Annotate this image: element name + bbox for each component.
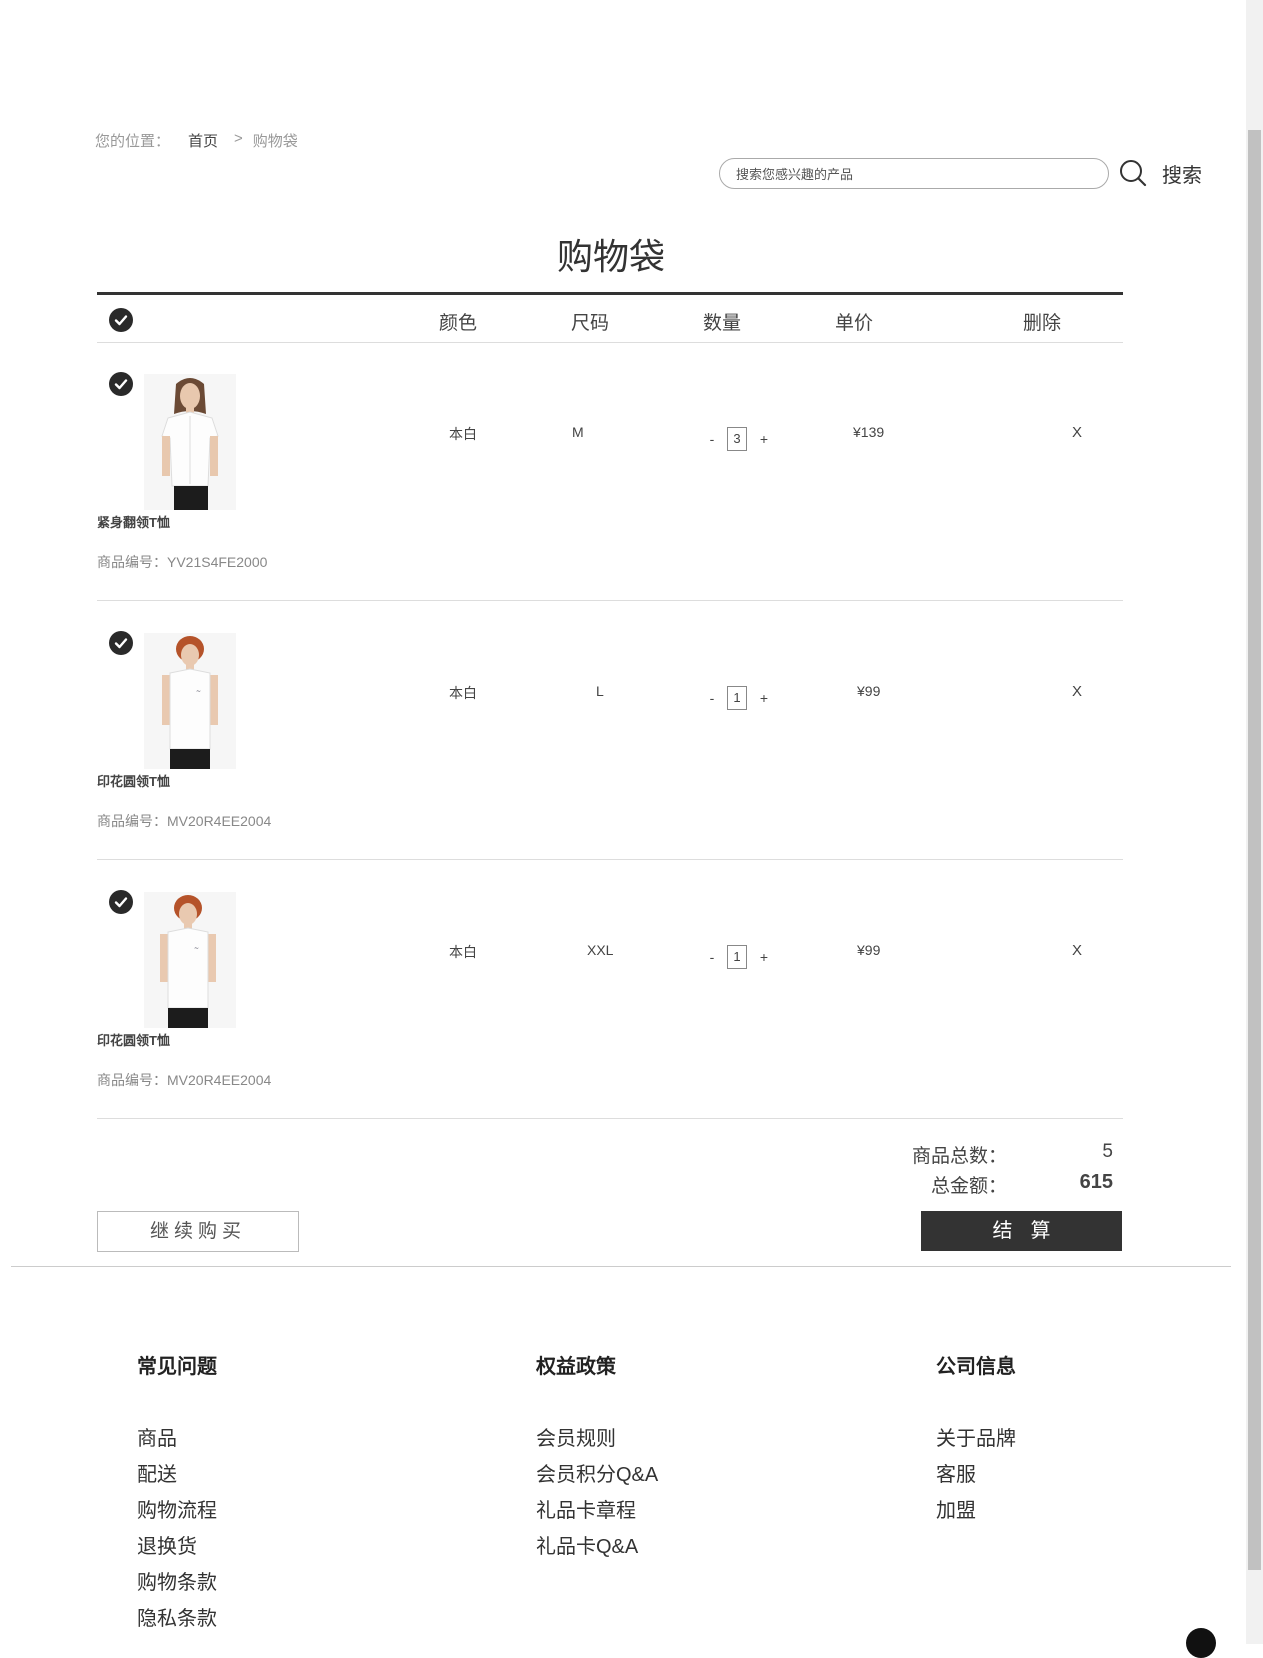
footer-column-faq: 常见问题 商品 配送 购物流程 退换货 购物条款 隐私条款 <box>137 1350 217 1637</box>
quantity-increase-button[interactable]: + <box>757 431 771 447</box>
search-box <box>719 158 1109 190</box>
footer-link[interactable]: 加盟 <box>936 1493 1016 1529</box>
footer-link[interactable]: 礼品卡章程 <box>536 1493 658 1529</box>
total-count-label: 商品总数： <box>912 1146 1008 1167</box>
item-color: 本白 <box>449 685 477 701</box>
header-color: 颜色 <box>439 313 478 334</box>
quantity-value[interactable]: 3 <box>727 427 747 451</box>
item-color: 本白 <box>449 426 477 442</box>
product-name[interactable]: 印花圆领T恤 <box>97 1030 170 1049</box>
footer-link[interactable]: 购物条款 <box>137 1565 217 1601</box>
scrollbar[interactable] <box>1246 0 1263 1644</box>
header-unit-price: 单价 <box>835 313 874 334</box>
footer-link[interactable]: 客服 <box>936 1457 1016 1493</box>
footer-column-title: 权益政策 <box>536 1356 616 1378</box>
quantity-stepper: - 3 + <box>705 427 771 451</box>
select-all-checkbox[interactable] <box>109 308 133 332</box>
product-code: 商品编号：YV21S4FE2000 <box>97 554 268 570</box>
footer-divider <box>11 1266 1231 1267</box>
footer-column-policy: 权益政策 会员规则 会员积分Q&A 礼品卡章程 礼品卡Q&A <box>536 1350 658 1565</box>
total-amount-label: 总金额： <box>931 1176 1008 1197</box>
item-size: L <box>596 683 604 699</box>
search-icon[interactable] <box>1118 158 1148 188</box>
item-checkbox[interactable] <box>109 890 133 914</box>
quantity-stepper: - 1 + <box>705 686 771 710</box>
svg-text:~: ~ <box>196 688 201 695</box>
product-name[interactable]: 印花圆领T恤 <box>97 771 170 790</box>
title-divider <box>97 292 1123 295</box>
cart-item-row: ~ 印花圆领T恤 商品编号：MV20R4EE2004 本白 L - 1 + ¥9… <box>97 601 1123 860</box>
delete-item-button[interactable]: X <box>1072 942 1082 959</box>
chat-bubble-icon[interactable] <box>1186 1628 1216 1658</box>
footer-link[interactable]: 关于品牌 <box>936 1421 1016 1457</box>
breadcrumb-home-link[interactable]: 首页 <box>188 130 218 151</box>
search-input[interactable] <box>734 159 1098 190</box>
search-button[interactable]: 搜索 <box>1162 159 1202 188</box>
quantity-value[interactable]: 1 <box>727 945 747 969</box>
item-price: ¥99 <box>857 942 881 958</box>
footer-link[interactable]: 退换货 <box>137 1529 217 1565</box>
checkout-button[interactable]: 结算 <box>921 1211 1122 1251</box>
header-delete: 删除 <box>1023 313 1062 334</box>
cart-page: 您的位置： 首页 > 购物袋 搜索 购物袋 颜色 尺码 数量 单价 删除 <box>0 0 1246 1644</box>
cart-item-row: ~ 印花圆领T恤 商品编号：MV20R4EE2004 本白 XXL - 1 + … <box>97 860 1123 1119</box>
footer-link[interactable]: 会员积分Q&A <box>536 1457 658 1493</box>
quantity-increase-button[interactable]: + <box>757 690 771 706</box>
footer-link[interactable]: 购物流程 <box>137 1493 217 1529</box>
breadcrumb-prefix: 您的位置： <box>95 133 171 150</box>
check-icon <box>114 315 128 326</box>
quantity-value[interactable]: 1 <box>727 686 747 710</box>
item-price: ¥139 <box>853 424 885 440</box>
breadcrumb-current: 购物袋 <box>252 133 298 150</box>
product-name[interactable]: 紧身翻领T恤 <box>97 512 170 531</box>
footer-link[interactable]: 隐私条款 <box>137 1601 217 1637</box>
quantity-decrease-button[interactable]: - <box>705 690 719 706</box>
check-icon <box>114 379 128 390</box>
product-image[interactable]: ~ <box>144 633 236 769</box>
delete-item-button[interactable]: X <box>1072 683 1082 700</box>
check-icon <box>114 897 128 908</box>
page-title: 购物袋 <box>556 236 665 277</box>
footer-column-title: 公司信息 <box>936 1356 1016 1378</box>
quantity-increase-button[interactable]: + <box>757 949 771 965</box>
footer-link[interactable]: 商品 <box>137 1421 217 1457</box>
scrollbar-thumb[interactable] <box>1248 130 1261 1570</box>
quantity-decrease-button[interactable]: - <box>705 431 719 447</box>
footer-link[interactable]: 礼品卡Q&A <box>536 1529 658 1565</box>
item-color: 本白 <box>449 944 477 960</box>
product-code: 商品编号：MV20R4EE2004 <box>97 1072 272 1088</box>
footer-column-title: 常见问题 <box>137 1356 217 1378</box>
check-icon <box>114 638 128 649</box>
svg-text:~: ~ <box>194 945 199 952</box>
product-code: 商品编号：MV20R4EE2004 <box>97 813 272 829</box>
item-size: XXL <box>587 942 614 958</box>
footer-column-company: 公司信息 关于品牌 客服 加盟 <box>936 1350 1016 1529</box>
item-size: M <box>572 424 584 440</box>
product-image[interactable]: ~ <box>144 892 236 1028</box>
header-size: 尺码 <box>571 313 610 334</box>
product-image[interactable] <box>144 374 236 510</box>
cart-item-row: 紧身翻领T恤 商品编号：YV21S4FE2000 本白 M - 3 + ¥139… <box>97 342 1123 601</box>
header-quantity: 数量 <box>703 313 742 334</box>
breadcrumb-separator: > <box>234 130 243 147</box>
footer-link[interactable]: 配送 <box>137 1457 217 1493</box>
delete-item-button[interactable]: X <box>1072 424 1082 441</box>
footer-link[interactable]: 会员规则 <box>536 1421 658 1457</box>
continue-shopping-button[interactable]: 继续购买 <box>97 1211 299 1252</box>
item-price: ¥99 <box>857 683 881 699</box>
quantity-decrease-button[interactable]: - <box>705 949 719 965</box>
cart-table-header: 颜色 尺码 数量 单价 删除 <box>97 296 1123 343</box>
quantity-stepper: - 1 + <box>705 945 771 969</box>
total-amount-value: 615 <box>1079 1171 1113 1193</box>
item-checkbox[interactable] <box>109 372 133 396</box>
total-count-value: 5 <box>1102 1141 1113 1162</box>
item-checkbox[interactable] <box>109 631 133 655</box>
breadcrumb: 您的位置： 首页 > 购物袋 <box>95 130 298 151</box>
